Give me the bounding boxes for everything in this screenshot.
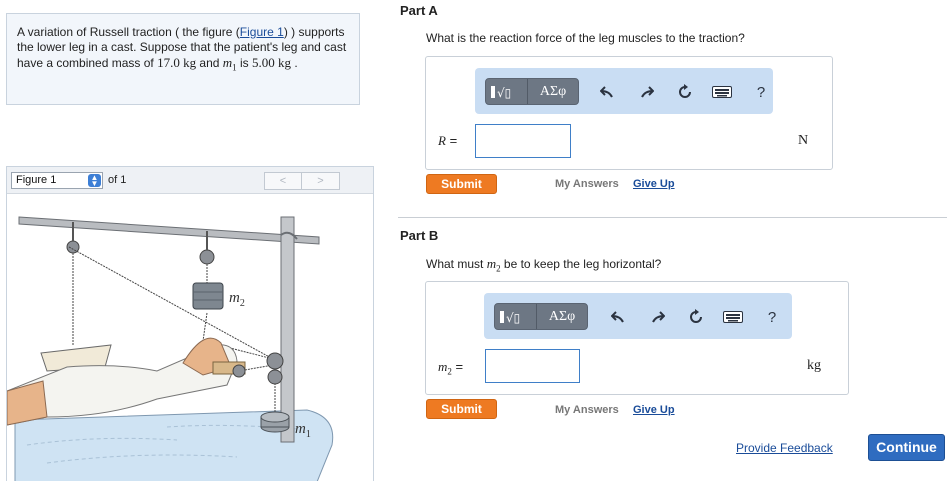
problem-text: A variation of Russell traction ( the fi… [17, 25, 240, 39]
m1-value: 5.00 kg [252, 55, 292, 70]
pulley-icon [267, 369, 283, 385]
help-button[interactable]: ? [762, 307, 782, 327]
variable-label: R = [438, 133, 458, 148]
figure-toolbar: Figure 1 ▲ ▼ of 1 < > [7, 167, 373, 194]
part-a-my-answers-link[interactable]: My Answers [555, 178, 619, 190]
provide-feedback-link[interactable]: Provide Feedback [736, 441, 833, 455]
reset-icon[interactable] [686, 307, 706, 327]
template-icon[interactable]: √▯ [486, 79, 527, 104]
unit-label: N [798, 133, 809, 148]
unit-label: kg [807, 358, 821, 373]
m2-label: m2 [229, 290, 245, 309]
keyboard-icon[interactable] [711, 82, 733, 102]
pulley-icon [266, 352, 284, 370]
part-b-my-answers-link[interactable]: My Answers [555, 404, 619, 416]
figure-nav: < > [264, 172, 340, 190]
equation-toolbar: √▯ ΑΣφ ? [484, 293, 792, 339]
part-divider [398, 217, 947, 218]
traction-illustration: m2 m1 [6, 216, 334, 481]
prev-figure-button[interactable]: < [264, 172, 302, 190]
figure-select[interactable]: Figure 1 ▲ ▼ [11, 172, 103, 189]
vertical-post [280, 216, 295, 443]
part-b-title: Part B [400, 228, 439, 243]
greek-symbols-button[interactable]: ΑΣφ [536, 304, 587, 329]
template-icon[interactable]: √▯ [495, 304, 536, 329]
m1-symbol: m [222, 55, 233, 70]
part-b-submit-button[interactable]: Submit [426, 399, 497, 419]
part-a-title: Part A [400, 3, 438, 18]
part-a-submit-button[interactable]: Submit [426, 174, 497, 194]
variable-label: m2 = [438, 359, 464, 377]
figure-panel: Figure 1 ▲ ▼ of 1 < > m2 m1 [6, 166, 374, 481]
answer-input[interactable] [485, 349, 580, 383]
redo-icon[interactable] [637, 82, 657, 102]
part-b-give-up-link[interactable]: Give Up [633, 404, 675, 416]
redo-icon[interactable] [648, 307, 668, 327]
problem-statement: A variation of Russell traction ( the fi… [6, 13, 360, 105]
keyboard-icon[interactable] [722, 307, 744, 327]
svg-text:√▯: √▯ [506, 311, 520, 325]
pulley-icon [232, 364, 246, 378]
m2-weight [192, 282, 224, 310]
part-a-answer-box: √▯ ΑΣφ ? R = N [425, 56, 833, 170]
answer-input[interactable] [475, 124, 571, 158]
continue-button[interactable]: Continue [868, 434, 945, 461]
next-figure-button[interactable]: > [302, 172, 340, 190]
figure-count: of 1 [108, 174, 127, 186]
mass-value: 17.0 kg [157, 55, 197, 70]
svg-text:√▯: √▯ [497, 86, 511, 100]
undo-icon[interactable] [608, 307, 628, 327]
greek-symbols-button[interactable]: ΑΣφ [527, 79, 578, 104]
template-button-group: √▯ ΑΣφ [485, 78, 579, 105]
reset-icon[interactable] [675, 82, 695, 102]
part-b-question: What must m2 be to keep the leg horizont… [426, 256, 662, 274]
traction-figure: m2 m1 [6, 195, 373, 481]
select-arrows-icon: ▲ ▼ [88, 174, 101, 188]
part-a-question: What is the reaction force of the leg mu… [426, 31, 745, 45]
template-button-group: √▯ ΑΣφ [494, 303, 588, 330]
part-b-answer-box: √▯ ΑΣφ ? m2 = kg [425, 281, 849, 395]
part-a-give-up-link[interactable]: Give Up [633, 178, 675, 190]
equation-toolbar: √▯ ΑΣφ ? [475, 68, 773, 114]
help-button[interactable]: ? [751, 82, 771, 102]
overhead-bar [18, 216, 320, 245]
figure-link[interactable]: Figure 1 [240, 25, 284, 39]
pulley-icon [199, 249, 215, 265]
undo-icon[interactable] [597, 82, 617, 102]
